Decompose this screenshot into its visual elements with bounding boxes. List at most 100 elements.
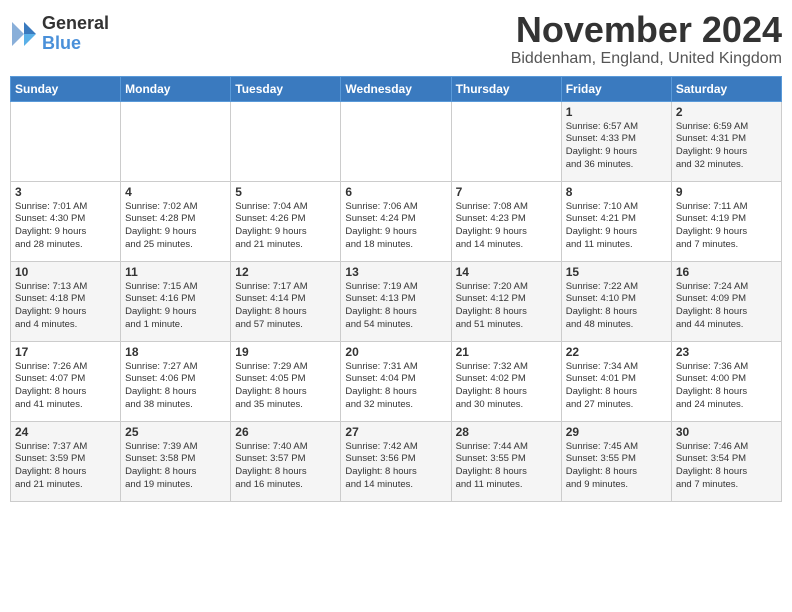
- day-cell: 3 Sunrise: 7:01 AM Sunset: 4:30 PM Daylig…: [11, 181, 121, 261]
- day-info: Sunrise: 7:19 AM Sunset: 4:13 PM Dayligh…: [345, 281, 446, 332]
- logo-general: General: [42, 14, 109, 34]
- day-cell: 6 Sunrise: 7:06 AM Sunset: 4:24 PM Daylig…: [341, 181, 451, 261]
- header-saturday: Saturday: [671, 76, 781, 101]
- day-number: 16: [676, 265, 777, 279]
- header-row: SundayMondayTuesdayWednesdayThursdayFrid…: [11, 76, 782, 101]
- day-number: 30: [676, 425, 777, 439]
- day-number: 20: [345, 345, 446, 359]
- day-number: 11: [125, 265, 226, 279]
- logo-icon: [10, 20, 38, 48]
- day-info: Sunrise: 7:26 AM Sunset: 4:07 PM Dayligh…: [15, 361, 116, 412]
- day-info: Sunrise: 7:20 AM Sunset: 4:12 PM Dayligh…: [456, 281, 557, 332]
- day-info: Sunrise: 7:06 AM Sunset: 4:24 PM Dayligh…: [345, 201, 446, 252]
- day-number: 3: [15, 185, 116, 199]
- day-number: 7: [456, 185, 557, 199]
- day-number: 21: [456, 345, 557, 359]
- week-row-1: 1Sunrise: 6:57 AM Sunset: 4:33 PM Daylig…: [11, 101, 782, 181]
- day-number: 4: [125, 185, 226, 199]
- day-info: Sunrise: 7:36 AM Sunset: 4:00 PM Dayligh…: [676, 361, 777, 412]
- day-number: 17: [15, 345, 116, 359]
- day-number: 14: [456, 265, 557, 279]
- day-number: 8: [566, 185, 667, 199]
- day-number: 12: [235, 265, 336, 279]
- day-cell: 25 Sunrise: 7:39 AM Sunset: 3:58 PM Dayli…: [121, 421, 231, 501]
- day-info: Sunrise: 7:01 AM Sunset: 4:30 PM Dayligh…: [15, 201, 116, 252]
- day-info: Sunrise: 7:17 AM Sunset: 4:14 PM Dayligh…: [235, 281, 336, 332]
- day-cell: 5 Sunrise: 7:04 AM Sunset: 4:26 PM Daylig…: [231, 181, 341, 261]
- day-info: Sunrise: 7:27 AM Sunset: 4:06 PM Dayligh…: [125, 361, 226, 412]
- day-info: Sunrise: 7:31 AM Sunset: 4:04 PM Dayligh…: [345, 361, 446, 412]
- day-info: Sunrise: 7:46 AM Sunset: 3:54 PM Dayligh…: [676, 441, 777, 492]
- day-cell: [121, 101, 231, 181]
- day-info: Sunrise: 7:02 AM Sunset: 4:28 PM Dayligh…: [125, 201, 226, 252]
- day-cell: 19 Sunrise: 7:29 AM Sunset: 4:05 PM Dayli…: [231, 341, 341, 421]
- logo-blue: Blue: [42, 34, 109, 54]
- day-number: 24: [15, 425, 116, 439]
- day-cell: [341, 101, 451, 181]
- header-tuesday: Tuesday: [231, 76, 341, 101]
- day-number: 22: [566, 345, 667, 359]
- day-cell: 13 Sunrise: 7:19 AM Sunset: 4:13 PM Dayli…: [341, 261, 451, 341]
- day-cell: 24 Sunrise: 7:37 AM Sunset: 3:59 PM Dayli…: [11, 421, 121, 501]
- day-info: Sunrise: 7:45 AM Sunset: 3:55 PM Dayligh…: [566, 441, 667, 492]
- day-info: Sunrise: 7:22 AM Sunset: 4:10 PM Dayligh…: [566, 281, 667, 332]
- location: Biddenham, England, United Kingdom: [511, 50, 782, 68]
- logo-text: General Blue: [42, 14, 109, 54]
- day-info: Sunrise: 7:04 AM Sunset: 4:26 PM Dayligh…: [235, 201, 336, 252]
- day-cell: 20 Sunrise: 7:31 AM Sunset: 4:04 PM Dayli…: [341, 341, 451, 421]
- day-number: 6: [345, 185, 446, 199]
- day-cell: 9Sunrise: 7:11 AM Sunset: 4:19 PM Daylig…: [671, 181, 781, 261]
- day-info: Sunrise: 7:24 AM Sunset: 4:09 PM Dayligh…: [676, 281, 777, 332]
- day-info: Sunrise: 7:44 AM Sunset: 3:55 PM Dayligh…: [456, 441, 557, 492]
- day-info: Sunrise: 7:32 AM Sunset: 4:02 PM Dayligh…: [456, 361, 557, 412]
- header-monday: Monday: [121, 76, 231, 101]
- day-number: 19: [235, 345, 336, 359]
- week-row-4: 17 Sunrise: 7:26 AM Sunset: 4:07 PM Dayli…: [11, 341, 782, 421]
- day-cell: 1Sunrise: 6:57 AM Sunset: 4:33 PM Daylig…: [561, 101, 671, 181]
- calendar-body: 1Sunrise: 6:57 AM Sunset: 4:33 PM Daylig…: [11, 101, 782, 501]
- logo: General Blue: [10, 14, 109, 54]
- header-sunday: Sunday: [11, 76, 121, 101]
- day-number: 23: [676, 345, 777, 359]
- week-row-3: 10 Sunrise: 7:13 AM Sunset: 4:18 PM Dayli…: [11, 261, 782, 341]
- day-number: 5: [235, 185, 336, 199]
- day-cell: 17 Sunrise: 7:26 AM Sunset: 4:07 PM Dayli…: [11, 341, 121, 421]
- header-thursday: Thursday: [451, 76, 561, 101]
- day-info: Sunrise: 6:59 AM Sunset: 4:31 PM Dayligh…: [676, 121, 777, 172]
- day-info: Sunrise: 7:37 AM Sunset: 3:59 PM Dayligh…: [15, 441, 116, 492]
- day-number: 13: [345, 265, 446, 279]
- day-number: 2: [676, 105, 777, 119]
- calendar-header: SundayMondayTuesdayWednesdayThursdayFrid…: [11, 76, 782, 101]
- week-row-2: 3 Sunrise: 7:01 AM Sunset: 4:30 PM Daylig…: [11, 181, 782, 261]
- day-info: Sunrise: 7:08 AM Sunset: 4:23 PM Dayligh…: [456, 201, 557, 252]
- day-cell: 29 Sunrise: 7:45 AM Sunset: 3:55 PM Dayli…: [561, 421, 671, 501]
- day-cell: [451, 101, 561, 181]
- page-header: General Blue November 2024 Biddenham, En…: [10, 10, 782, 68]
- day-number: 10: [15, 265, 116, 279]
- title-section: November 2024 Biddenham, England, United…: [511, 10, 782, 68]
- day-number: 18: [125, 345, 226, 359]
- day-info: Sunrise: 7:11 AM Sunset: 4:19 PM Dayligh…: [676, 201, 777, 252]
- day-info: Sunrise: 7:15 AM Sunset: 4:16 PM Dayligh…: [125, 281, 226, 332]
- day-number: 26: [235, 425, 336, 439]
- day-number: 29: [566, 425, 667, 439]
- calendar-table: SundayMondayTuesdayWednesdayThursdayFrid…: [10, 76, 782, 502]
- day-cell: 8Sunrise: 7:10 AM Sunset: 4:21 PM Daylig…: [561, 181, 671, 261]
- day-cell: 14 Sunrise: 7:20 AM Sunset: 4:12 PM Dayli…: [451, 261, 561, 341]
- day-info: Sunrise: 7:13 AM Sunset: 4:18 PM Dayligh…: [15, 281, 116, 332]
- day-cell: 4 Sunrise: 7:02 AM Sunset: 4:28 PM Daylig…: [121, 181, 231, 261]
- day-cell: [11, 101, 121, 181]
- day-cell: [231, 101, 341, 181]
- day-cell: 27Sunrise: 7:42 AM Sunset: 3:56 PM Dayli…: [341, 421, 451, 501]
- day-cell: 12 Sunrise: 7:17 AM Sunset: 4:14 PM Dayli…: [231, 261, 341, 341]
- header-wednesday: Wednesday: [341, 76, 451, 101]
- day-cell: 16 Sunrise: 7:24 AM Sunset: 4:09 PM Dayli…: [671, 261, 781, 341]
- day-cell: 10 Sunrise: 7:13 AM Sunset: 4:18 PM Dayli…: [11, 261, 121, 341]
- day-info: Sunrise: 7:40 AM Sunset: 3:57 PM Dayligh…: [235, 441, 336, 492]
- day-cell: 22 Sunrise: 7:34 AM Sunset: 4:01 PM Dayli…: [561, 341, 671, 421]
- day-info: Sunrise: 7:29 AM Sunset: 4:05 PM Dayligh…: [235, 361, 336, 412]
- day-info: Sunrise: 7:39 AM Sunset: 3:58 PM Dayligh…: [125, 441, 226, 492]
- day-number: 25: [125, 425, 226, 439]
- day-number: 28: [456, 425, 557, 439]
- day-info: Sunrise: 7:34 AM Sunset: 4:01 PM Dayligh…: [566, 361, 667, 412]
